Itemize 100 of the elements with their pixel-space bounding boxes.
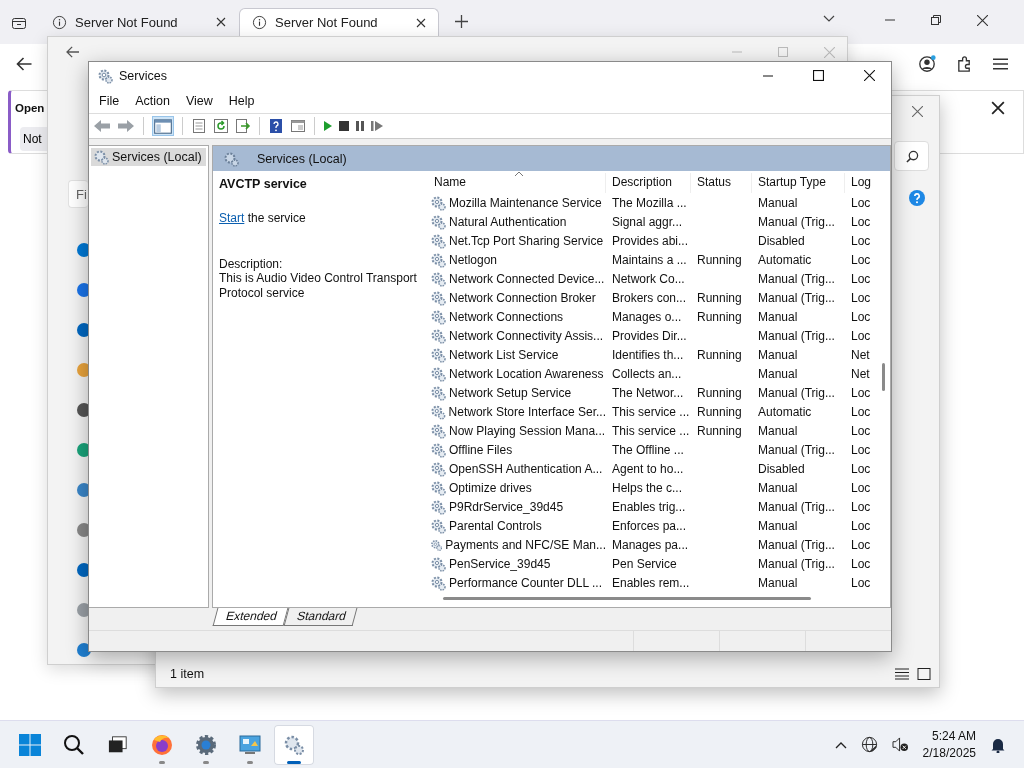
search-icon	[906, 149, 919, 163]
help-icon[interactable]	[909, 190, 925, 206]
restore-icon[interactable]	[931, 15, 941, 25]
tree-item[interactable]: Services (Local)	[91, 148, 206, 166]
gears-icon	[430, 289, 446, 306]
close-icon[interactable]	[864, 70, 875, 81]
close-icon[interactable]	[991, 101, 1005, 115]
table-cell[interactable]: Network Connections	[449, 309, 564, 324]
date-text: 2/18/2025	[922, 744, 976, 762]
pane-title: Services (Local)	[257, 151, 347, 166]
close-icon[interactable]	[977, 15, 988, 26]
gears-icon	[430, 213, 446, 230]
menu-item[interactable]: Action	[127, 92, 178, 110]
console-tree-icon[interactable]	[152, 116, 174, 136]
scrollbar-thumb[interactable]	[443, 597, 811, 600]
table-cell: Identifies th...	[612, 347, 684, 362]
column-header[interactable]: Name	[430, 173, 606, 193]
table-cell[interactable]: Now Playing Session Mana...	[449, 423, 606, 438]
back-arrow-icon[interactable]	[16, 57, 33, 71]
menu-item[interactable]: Help	[220, 92, 263, 110]
forward-arrow-icon[interactable]	[117, 119, 135, 133]
action-text: Start the service	[219, 211, 307, 225]
export-icon[interactable]	[235, 118, 251, 134]
table-cell[interactable]: Mozilla Maintenance Service	[449, 195, 602, 210]
globe-icon[interactable]	[860, 736, 878, 753]
table-cell[interactable]: Payments and NFC/SE Man...	[445, 537, 606, 552]
menu-icon[interactable]	[993, 58, 1008, 70]
view-tab[interactable]: Extended	[212, 608, 289, 626]
console-icon[interactable]	[290, 118, 306, 134]
clock[interactable]: 5:24 AM 2/18/2025	[922, 727, 976, 762]
table-cell[interactable]: Network Store Interface Ser...	[448, 404, 606, 419]
view-tab[interactable]: Standard	[283, 608, 357, 626]
refresh-icon[interactable]	[213, 118, 229, 134]
table-cell[interactable]: Network Connected Device...	[449, 271, 605, 286]
table-cell[interactable]: Network Location Awareness	[449, 366, 604, 381]
help-icon[interactable]	[268, 118, 284, 134]
table-cell[interactable]: Offline Files	[449, 442, 513, 457]
table-cell[interactable]: Network Setup Service	[449, 385, 572, 400]
gears-icon	[430, 555, 446, 572]
column-header[interactable]: Startup Type	[752, 173, 845, 193]
maximize-icon[interactable]	[813, 70, 824, 81]
browser-tab[interactable]: Server Not Found	[239, 8, 439, 36]
window-title: Services	[119, 68, 167, 83]
gears-icon	[430, 479, 446, 496]
column-header[interactable]: Description	[606, 173, 691, 193]
new-tab-icon[interactable]	[455, 15, 468, 28]
large-icons-view-icon[interactable]	[917, 668, 931, 680]
start-link[interactable]: Start	[219, 211, 245, 225]
gears-icon	[430, 517, 446, 534]
table-cell[interactable]: Network Connection Broker	[449, 290, 596, 305]
table-cell[interactable]: Netlogon	[449, 252, 498, 267]
table-cell: Manual (Trig...	[758, 385, 835, 400]
extension-icon[interactable]	[956, 55, 973, 73]
speaker-muted-icon[interactable]	[891, 737, 909, 752]
browser-tab[interactable]: Server Not Found	[39, 8, 239, 36]
table-cell[interactable]: PenService_39d45	[449, 556, 551, 571]
scrollbar-thumb[interactable]	[882, 363, 885, 391]
back-arrow-icon[interactable]	[66, 46, 80, 58]
table-cell[interactable]: Natural Authentication	[449, 214, 567, 229]
gears-icon	[430, 270, 446, 287]
taskbar-button[interactable]	[274, 724, 314, 765]
search-field[interactable]	[894, 141, 929, 171]
table-cell[interactable]: Net.Tcp Port Sharing Service	[449, 233, 604, 248]
table-cell[interactable]: Network List Service	[449, 347, 559, 362]
close-icon[interactable]	[416, 17, 426, 28]
account-icon[interactable]	[918, 55, 936, 73]
table-cell[interactable]: Optimize drives	[449, 480, 532, 495]
notification-title: Open	[15, 102, 45, 114]
table-cell[interactable]: P9RdrService_39d45	[449, 499, 564, 514]
status-text: 1 item	[170, 667, 205, 681]
table-cell: Provides abi...	[612, 233, 689, 248]
table-cell[interactable]: Network Connectivity Assis...	[449, 328, 604, 343]
chevron-up-icon[interactable]	[834, 740, 847, 749]
nav-icon[interactable]	[76, 642, 92, 658]
tab-list-icon[interactable]	[11, 15, 27, 31]
column-header[interactable]: Status	[691, 173, 752, 193]
table-cell: Manages o...	[612, 309, 682, 324]
column-header[interactable]: Log	[845, 173, 877, 193]
play-icon[interactable]	[323, 120, 333, 132]
close-icon[interactable]	[216, 17, 226, 27]
table-cell: Net	[851, 366, 870, 381]
details-view-icon[interactable]	[895, 668, 909, 680]
bell-icon[interactable]	[990, 736, 1006, 753]
table-cell[interactable]: Parental Controls	[449, 518, 542, 533]
chevron-down-icon[interactable]	[823, 15, 835, 23]
notification-button[interactable]: Not	[20, 127, 47, 151]
menu-item[interactable]: View	[177, 92, 221, 110]
time-text: 5:24 AM	[931, 727, 976, 745]
properties-icon[interactable]	[191, 118, 207, 134]
table-cell[interactable]: OpenSSH Authentication A...	[449, 461, 603, 476]
resume-icon[interactable]	[371, 121, 383, 131]
table-cell: Helps the c...	[612, 480, 683, 495]
search-field[interactable]: Fi	[68, 180, 88, 208]
pause-icon[interactable]	[355, 121, 365, 131]
table-cell[interactable]: Performance Counter DLL ...	[449, 575, 602, 590]
table-cell: Manual	[758, 347, 798, 362]
table-cell: Manual (Trig...	[758, 537, 835, 552]
table-cell: This service ...	[612, 423, 690, 438]
gears-icon	[283, 733, 305, 756]
menu-item[interactable]: File	[91, 92, 128, 110]
